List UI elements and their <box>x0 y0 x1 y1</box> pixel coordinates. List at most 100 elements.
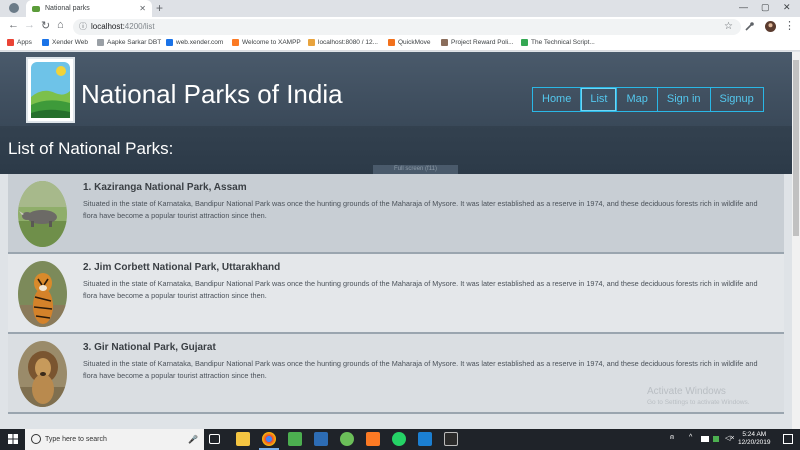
tab-favicon-icon <box>32 5 40 12</box>
address-bar[interactable]: ⓘ localhost:4200/list ☆ <box>73 19 741 35</box>
android-studio-icon[interactable] <box>340 432 354 446</box>
url-host: localhost: <box>91 22 125 31</box>
rhino-photo <box>18 181 67 247</box>
maximize-icon[interactable]: ▢ <box>761 2 770 13</box>
clock-time: 5:24 AM <box>742 431 767 438</box>
bookmark-item[interactable]: Aapke Sarkar DBT <box>97 39 161 46</box>
forward-icon[interactable]: → <box>24 19 35 31</box>
taskbar-search-placeholder: Type here to search <box>45 436 107 443</box>
bookmark-favicon-icon <box>42 39 49 46</box>
tab-title: National parks <box>45 5 90 12</box>
app-icon[interactable] <box>314 432 328 446</box>
watermark-line-2: Go to Settings to activate Windows. <box>647 399 750 406</box>
new-tab-icon[interactable]: + <box>156 1 163 15</box>
activate-windows-watermark: Activate Windows Go to Settings to activ… <box>647 386 750 406</box>
park-title[interactable]: 3. Gir National Park, Gujarat <box>83 342 216 353</box>
nav-home[interactable]: Home <box>533 88 582 111</box>
bookmark-label: Welcome to XAMPP <box>242 39 301 46</box>
fullscreen-tooltip: Full screen (f11) <box>373 165 458 174</box>
tab-close-icon[interactable]: ✕ <box>139 4 146 13</box>
bookmarks-bar: Apps Xender Web Aapke Sarkar DBT web.xender… <box>0 36 800 51</box>
bookmark-favicon-icon <box>308 39 315 46</box>
site-header: National Parks of India Home List Map Sign … <box>0 52 792 126</box>
bookmark-star-icon[interactable]: ☆ <box>724 19 733 35</box>
site-info-icon[interactable]: ⓘ <box>79 19 87 35</box>
reload-icon[interactable]: ↻ <box>41 19 50 32</box>
bookmark-item[interactable]: Apps <box>7 39 32 46</box>
lion-photo <box>18 341 67 407</box>
taskbar-search-box[interactable]: Type here to search 🎤 <box>25 429 204 450</box>
bookmark-label: Project Reward Poli... <box>451 39 514 46</box>
browser-tab-strip: National parks ✕ + — ▢ ✕ <box>0 0 800 17</box>
park-description: Situated in the state of Karnataka, Band… <box>83 279 758 300</box>
nav-list[interactable]: List <box>581 88 618 111</box>
park-card[interactable]: 1. Kaziranga National Park, Assam Situate… <box>8 174 784 254</box>
url-path: 4200/list <box>124 22 155 31</box>
bookmark-item[interactable]: web.xender.com <box>166 39 223 46</box>
bookmark-label: web.xender.com <box>176 39 224 46</box>
bookmark-item[interactable]: Welcome to XAMPP <box>232 39 301 46</box>
volume-icon[interactable]: ◁× <box>725 434 734 442</box>
xampp-icon[interactable] <box>366 432 380 446</box>
vscode-icon[interactable] <box>418 432 432 446</box>
chrome-icon[interactable] <box>262 432 276 446</box>
bookmark-label: QuickMove <box>398 39 431 46</box>
whatsapp-icon[interactable] <box>392 432 406 446</box>
bookmark-favicon-icon <box>521 39 528 46</box>
bookmark-item[interactable]: The Technical Script... <box>521 39 595 46</box>
bookmark-label: Xender Web <box>52 39 89 46</box>
tiger-photo <box>18 261 67 327</box>
nav-map[interactable]: Map <box>617 88 658 111</box>
park-list: 1. Kaziranga National Park, Assam Situate… <box>8 174 784 414</box>
profile-tab-icon[interactable] <box>9 3 19 13</box>
battery-icon[interactable] <box>701 436 709 442</box>
notepad-plus-icon[interactable] <box>288 432 302 446</box>
taskbar-clock[interactable]: 5:24 AM 12/20/2019 <box>738 431 771 447</box>
bookmark-item[interactable]: Project Reward Poli... <box>441 39 514 46</box>
clock-date: 12/20/2019 <box>738 439 771 446</box>
bookmark-label: Aapke Sarkar DBT <box>107 39 162 46</box>
bookmark-item[interactable]: Xender Web <box>42 39 88 46</box>
site-logo[interactable] <box>26 57 75 123</box>
microphone-icon[interactable]: 🎤 <box>188 429 198 450</box>
park-description: Situated in the state of Karnataka, Band… <box>83 359 758 380</box>
network-icon[interactable] <box>713 436 719 442</box>
bookmark-item[interactable]: localhost:8080 / 12... <box>308 39 378 46</box>
nav-sign-in[interactable]: Sign in <box>658 88 711 111</box>
watermark-line-1: Activate Windows <box>647 386 726 397</box>
file-explorer-icon[interactable] <box>236 432 250 446</box>
people-icon[interactable]: ⍝ <box>670 434 674 442</box>
eyedropper-extension-icon[interactable] <box>744 21 755 32</box>
profile-avatar[interactable] <box>765 21 776 32</box>
bookmark-item[interactable]: QuickMove <box>388 39 431 46</box>
browser-toolbar: ← → ↻ ⌂ ⓘ localhost:4200/list ☆ ⋮ <box>0 17 800 36</box>
home-icon[interactable]: ⌂ <box>57 19 64 31</box>
park-title[interactable]: 1. Kaziranga National Park, Assam <box>83 182 247 193</box>
nav-signup[interactable]: Signup <box>711 88 763 111</box>
bookmark-favicon-icon <box>97 39 104 46</box>
page-title: List of National Parks: <box>8 139 174 158</box>
notifications-icon[interactable] <box>783 434 793 444</box>
bookmark-label: localhost:8080 / 12... <box>318 39 378 46</box>
windows-taskbar: Type here to search 🎤 ⍝ ^ ◁× 5:24 AM 12/… <box>0 429 800 450</box>
bookmark-label: Apps <box>17 39 32 46</box>
bookmark-favicon-icon <box>166 39 173 46</box>
tray-chevron-icon[interactable]: ^ <box>689 434 692 441</box>
minimize-icon[interactable]: — <box>739 2 748 12</box>
page-scrollbar[interactable] <box>792 52 800 429</box>
bookmark-favicon-icon <box>7 39 14 46</box>
task-view-icon[interactable] <box>209 434 220 444</box>
menu-kebab-icon[interactable]: ⋮ <box>784 19 795 32</box>
back-icon[interactable]: ← <box>8 19 19 31</box>
window-close-icon[interactable]: ✕ <box>783 2 791 13</box>
scrollbar-thumb[interactable] <box>793 60 799 236</box>
terminal-icon[interactable] <box>444 432 458 446</box>
site-title: National Parks of India <box>81 79 343 109</box>
bookmark-favicon-icon <box>388 39 395 46</box>
browser-tab[interactable]: National parks ✕ <box>26 0 152 17</box>
park-title[interactable]: 2. Jim Corbett National Park, Uttarakhan… <box>83 262 280 273</box>
park-card[interactable]: 2. Jim Corbett National Park, Uttarakhan… <box>8 254 784 334</box>
windows-start-icon[interactable] <box>8 434 18 444</box>
page-viewport: National Parks of India Home List Map Sign … <box>0 52 792 429</box>
bookmark-favicon-icon <box>441 39 448 46</box>
